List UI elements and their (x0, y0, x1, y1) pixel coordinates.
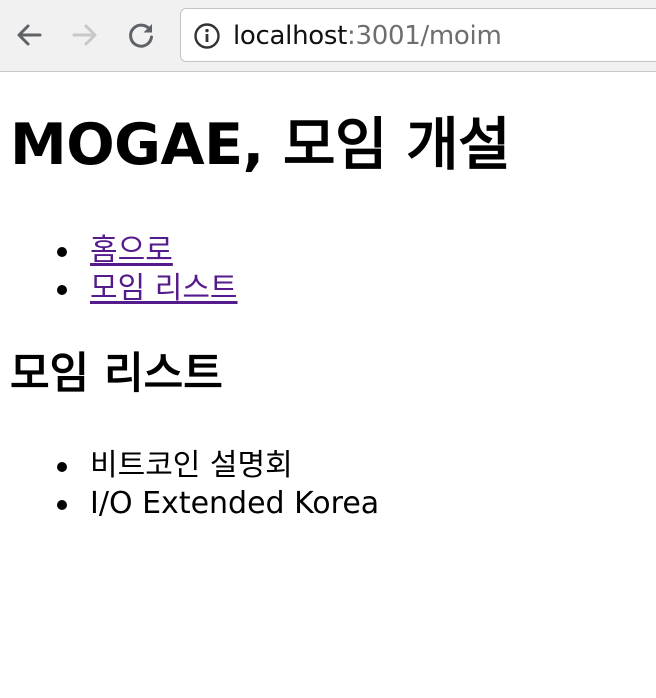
browser-toolbar: localhost:3001/moim (0, 0, 656, 72)
bullet-icon (57, 462, 67, 472)
arrow-left-icon (17, 24, 42, 46)
url-host: localhost (233, 21, 348, 51)
bullet-icon (57, 247, 67, 257)
section-title: 모임 리스트 (10, 349, 223, 399)
moim-list-link[interactable]: 모임 리스트 (90, 270, 238, 308)
reload-button[interactable] (124, 18, 158, 52)
page-title: MOGAE, 모임 개설 (10, 112, 511, 178)
address-bar[interactable]: localhost:3001/moim (180, 8, 656, 62)
bullet-icon (57, 500, 67, 510)
moim-name: I/O Extended Korea (90, 486, 380, 521)
moim-name: 비트코인 설명회 (90, 448, 293, 483)
info-icon[interactable] (193, 22, 221, 50)
back-button[interactable] (12, 18, 46, 52)
url-text: localhost:3001/moim (233, 21, 502, 51)
home-link[interactable]: 홈으로 (90, 232, 173, 270)
reload-icon (129, 23, 153, 48)
page-content: MOGAE, 모임 개설 홈으로 모임 리스트 모임 리스트 비트코인 설명회 … (0, 72, 656, 698)
bullet-icon (57, 285, 67, 295)
url-path: :3001/moim (347, 21, 502, 51)
arrow-right-icon (72, 24, 97, 46)
forward-button[interactable] (68, 18, 102, 52)
